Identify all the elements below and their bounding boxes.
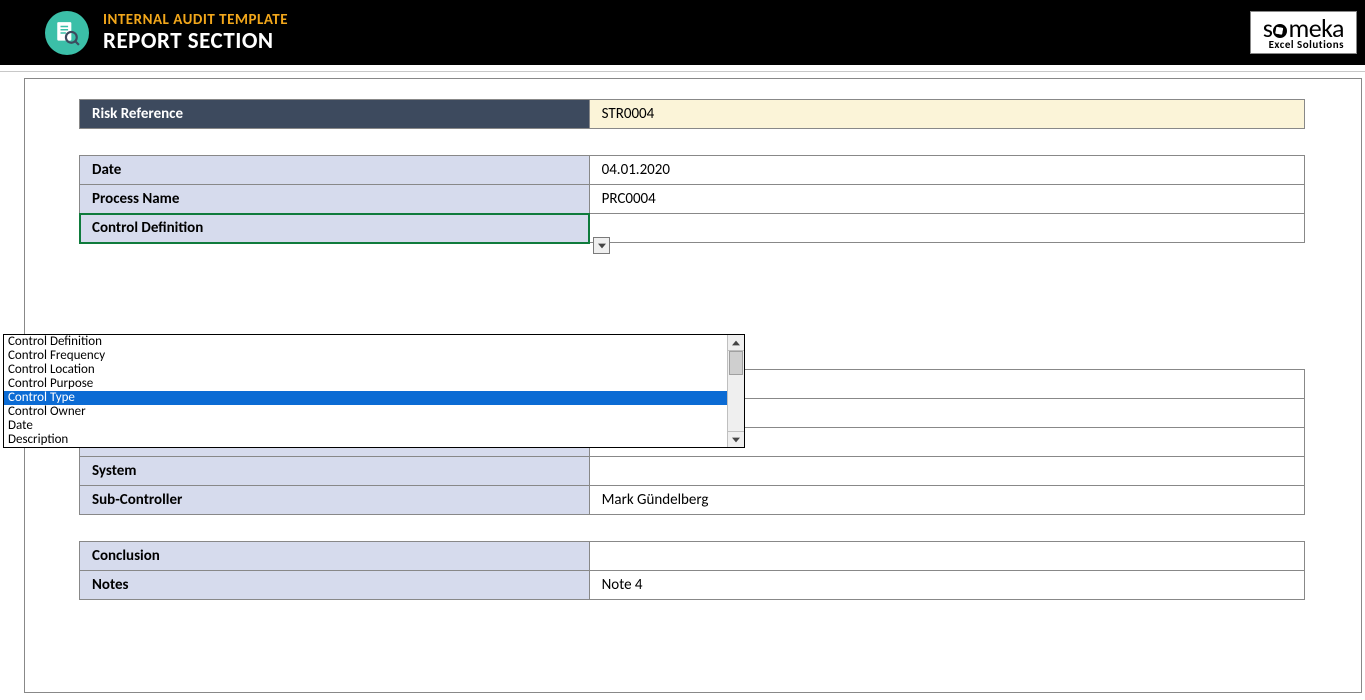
system-value[interactable] bbox=[589, 457, 1304, 486]
topbar: INTERNAL AUDIT TEMPLATE REPORT SECTION s… bbox=[0, 0, 1365, 65]
risk-reference-row: Risk Reference STR0004 bbox=[80, 100, 1305, 129]
process-name-label: Process Name bbox=[80, 185, 590, 214]
brand-tagline: Excel Solutions bbox=[1263, 39, 1344, 50]
row-system: System bbox=[80, 457, 1305, 486]
dropdown-list[interactable]: Control Definition Control Frequency Con… bbox=[3, 334, 745, 448]
dropdown-item[interactable]: Control Purpose bbox=[4, 377, 727, 391]
sub-controller-value[interactable]: Mark Gündelberg bbox=[589, 486, 1304, 515]
row-sub-controller: Sub-Controller Mark Gündelberg bbox=[80, 486, 1305, 515]
row-notes: Notes Note 4 bbox=[80, 571, 1305, 600]
conclusion-value[interactable] bbox=[589, 542, 1304, 571]
row-conclusion: Conclusion bbox=[80, 542, 1305, 571]
chevron-up-icon bbox=[732, 340, 740, 346]
divider bbox=[0, 71, 1365, 72]
risk-reference-label: Risk Reference bbox=[80, 100, 590, 129]
control-definition-label[interactable]: Control Definition bbox=[80, 214, 590, 243]
scroll-down-button[interactable] bbox=[728, 431, 744, 447]
titles: INTERNAL AUDIT TEMPLATE REPORT SECTION bbox=[103, 11, 288, 55]
dropdown-trigger[interactable] bbox=[593, 237, 610, 254]
dropdown-item[interactable]: Control Owner bbox=[4, 405, 727, 419]
sub-controller-label: Sub-Controller bbox=[80, 486, 590, 515]
topbar-left: INTERNAL AUDIT TEMPLATE REPORT SECTION bbox=[0, 0, 288, 65]
scroll-up-button[interactable] bbox=[728, 335, 744, 351]
process-name-value[interactable]: PRC0004 bbox=[589, 185, 1304, 214]
system-label: System bbox=[80, 457, 590, 486]
dropdown-item[interactable]: Date bbox=[4, 419, 727, 433]
dropdown-item[interactable]: Control Definition bbox=[4, 335, 727, 349]
brand-badge: smeka Excel Solutions bbox=[1250, 11, 1357, 54]
group3-table: Conclusion Notes Note 4 bbox=[79, 541, 1305, 600]
notes-value[interactable]: Note 4 bbox=[589, 571, 1304, 600]
chevron-down-icon bbox=[732, 437, 740, 443]
group1-table: Date 04.01.2020 Process Name PRC0004 Con… bbox=[79, 155, 1305, 243]
row-date: Date 04.01.2020 bbox=[80, 156, 1305, 185]
dropdown-items: Control Definition Control Frequency Con… bbox=[4, 335, 727, 447]
row-process-name: Process Name PRC0004 bbox=[80, 185, 1305, 214]
row-control-definition: Control Definition bbox=[80, 214, 1305, 243]
brand-dot-icon bbox=[1273, 24, 1287, 38]
scroll-thumb[interactable] bbox=[729, 351, 743, 375]
app-logo-icon bbox=[45, 11, 89, 55]
dropdown-scrollbar[interactable] bbox=[727, 335, 744, 447]
dropdown-item-selected[interactable]: Control Type bbox=[4, 391, 727, 405]
dropdown-item[interactable]: Description bbox=[4, 433, 727, 447]
header-title: REPORT SECTION bbox=[103, 27, 288, 55]
chevron-down-icon bbox=[598, 243, 606, 249]
sheet-area: Risk Reference STR0004 Date 04.01.2020 P… bbox=[0, 78, 1365, 693]
dropdown-item[interactable]: Control Frequency bbox=[4, 349, 727, 363]
notes-label: Notes bbox=[80, 571, 590, 600]
risk-reference-table: Risk Reference STR0004 bbox=[79, 99, 1305, 129]
dropdown-item[interactable]: Control Location bbox=[4, 363, 727, 377]
conclusion-label: Conclusion bbox=[80, 542, 590, 571]
date-label: Date bbox=[80, 156, 590, 185]
date-value[interactable]: 04.01.2020 bbox=[589, 156, 1304, 185]
scroll-track[interactable] bbox=[728, 351, 744, 431]
risk-reference-value[interactable]: STR0004 bbox=[589, 100, 1304, 129]
control-definition-value[interactable] bbox=[589, 214, 1304, 243]
